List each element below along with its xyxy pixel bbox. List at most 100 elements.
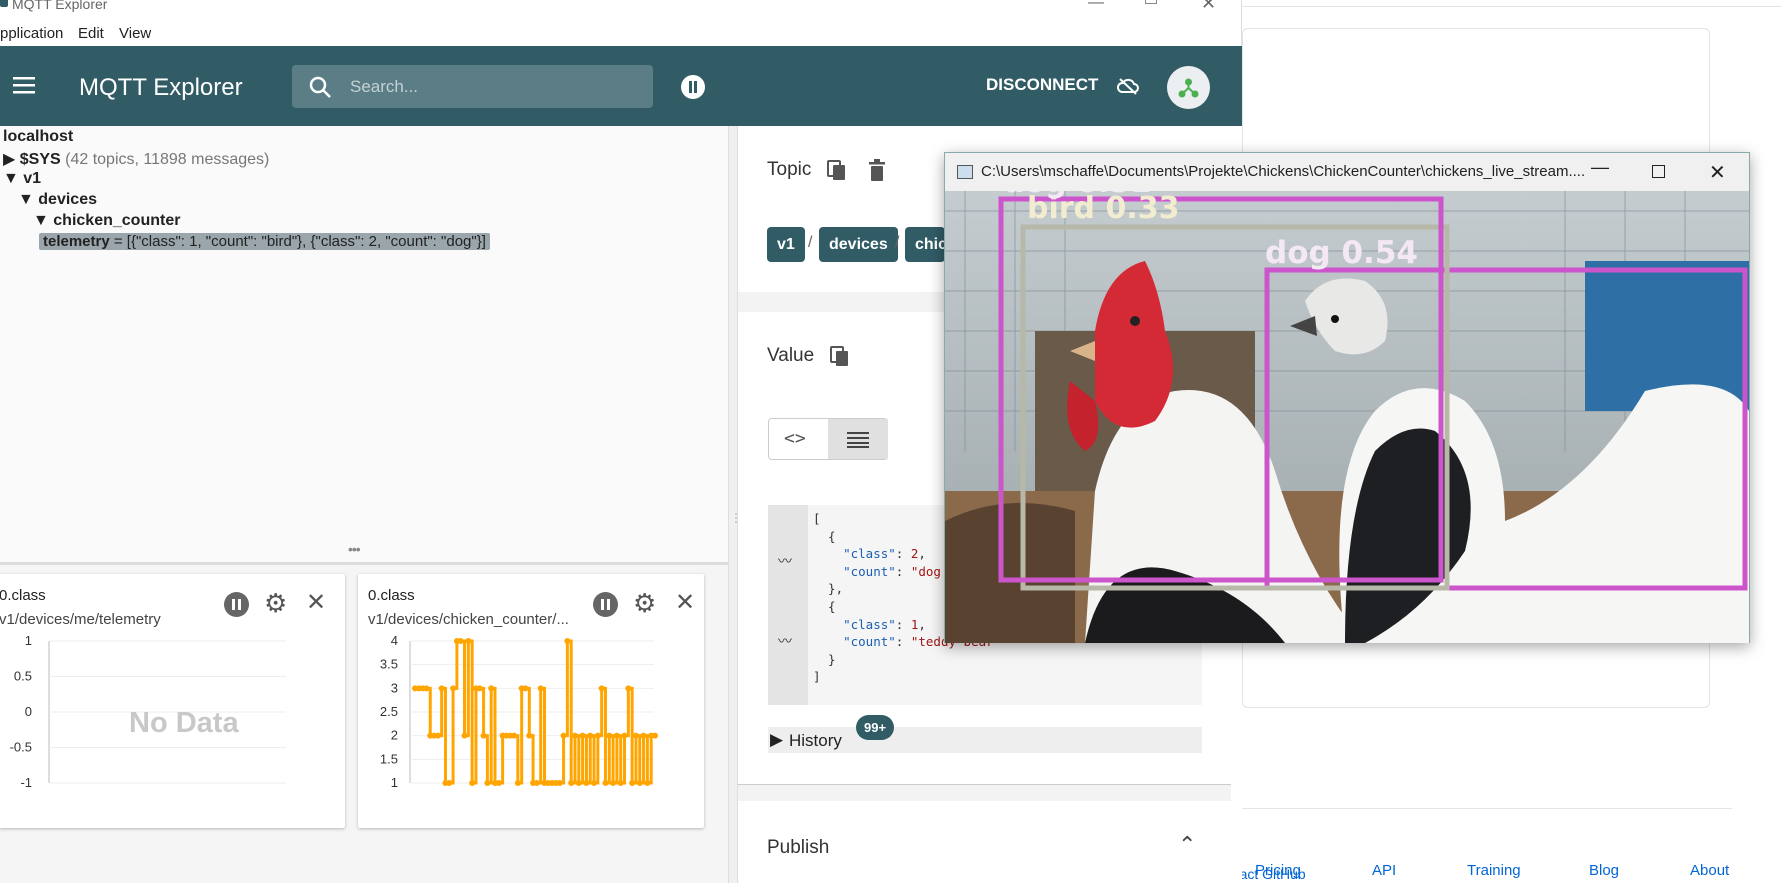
drag-handle-icon[interactable]: ••• — [348, 541, 361, 557]
tree-node-v1[interactable]: ▼ v1 — [3, 170, 41, 188]
data-point — [450, 685, 457, 692]
history-label: History — [789, 731, 842, 750]
search-placeholder: Search... — [350, 77, 419, 96]
trend-icon[interactable]: 〰 — [778, 631, 792, 651]
data-point — [556, 780, 563, 786]
breadcrumb-separator: / — [895, 234, 900, 251]
close-window-icon[interactable]: ✕ — [1201, 0, 1216, 14]
detection-label-dog: dog 0.54 — [1265, 235, 1418, 271]
menu-icon[interactable] — [13, 76, 35, 94]
copy-value-icon[interactable] — [830, 346, 850, 368]
publish-label[interactable]: Publish — [767, 837, 829, 859]
data-point — [465, 638, 472, 644]
code-line: [ — [813, 511, 821, 526]
connection-avatar[interactable] — [1167, 66, 1210, 109]
app-title: MQTT Explorer — [79, 74, 243, 101]
footer-link-blog[interactable]: Blog — [1589, 862, 1619, 879]
search-input[interactable]: Search... — [292, 65, 653, 108]
chart-pause-button[interactable] — [224, 592, 249, 617]
breadcrumb-chip-chicken-counter[interactable]: chic — [905, 227, 945, 262]
pause-button[interactable] — [681, 75, 705, 99]
gear-icon[interactable]: ⚙ — [633, 588, 656, 619]
y-tick-label: 1 — [25, 634, 32, 648]
tree-node-devices[interactable]: ▼ devices — [18, 191, 97, 209]
disconnect-button[interactable]: DISCONNECT — [986, 75, 1098, 95]
app-bar: MQTT Explorer Search... DISCONNECT — [0, 46, 1242, 126]
data-point — [587, 732, 594, 739]
tree-node-sys[interactable]: ▶ $SYS (42 topics, 11898 messages) — [3, 149, 269, 169]
data-point — [446, 780, 453, 786]
tree-node-chicken-counter[interactable]: ▼ chicken_counter — [33, 212, 180, 230]
footer-link-training[interactable]: Training — [1467, 862, 1521, 879]
no-data-label: No Data — [129, 707, 239, 739]
code-line: }, — [813, 581, 844, 597]
data-point — [640, 732, 647, 739]
data-point — [617, 780, 624, 786]
chevron-up-icon[interactable]: ⌃ — [1178, 832, 1196, 858]
history-toggle[interactable]: ▶ History — [768, 727, 1202, 753]
code-line: ] — [813, 669, 821, 685]
breadcrumb-chip-v1[interactable]: v1 — [767, 227, 805, 262]
data-point — [579, 732, 586, 739]
data-point — [438, 685, 445, 692]
close-icon[interactable]: ✕ — [306, 588, 326, 617]
code-line: { — [813, 599, 836, 614]
data-point — [625, 685, 632, 692]
data-point — [488, 685, 495, 692]
data-point — [564, 638, 571, 644]
vertical-splitter[interactable] — [728, 126, 738, 883]
breadcrumb-chip-devices[interactable]: devices — [819, 227, 898, 262]
chart-2-plot: 4 3.5 3 2.5 2 1.5 1 — [380, 634, 658, 790]
pause-icon — [689, 81, 692, 93]
data-point — [610, 780, 617, 786]
pause-icon — [232, 599, 235, 610]
chart-title: 0.class — [0, 587, 46, 604]
tree-node-localhost[interactable]: localhost — [3, 128, 73, 146]
menu-application[interactable]: pplication — [0, 25, 63, 42]
footer-link-api[interactable]: API — [1372, 862, 1396, 879]
menu-view[interactable]: View — [119, 25, 151, 42]
search-icon — [309, 76, 331, 98]
data-point — [476, 685, 483, 692]
data-point — [606, 732, 613, 739]
chart-card-2: 0.class v1/devices/chicken_counter/... ⚙… — [358, 574, 704, 828]
title-bar: MQTT Explorer — ✕ — [0, 0, 1242, 14]
collapse-arrow-icon: ▼ — [33, 212, 54, 229]
footer-divider — [1242, 808, 1732, 809]
footer-link-about[interactable]: About — [1690, 862, 1729, 879]
gear-icon[interactable]: ⚙ — [264, 588, 287, 619]
trend-icon[interactable]: 〰 — [778, 551, 792, 571]
maximize-icon[interactable] — [1145, 0, 1157, 4]
y-tick-label: -0.5 — [10, 740, 32, 755]
data-point — [594, 732, 601, 739]
video-window-title: C:\Users\mschaffe\Documents\Projekte\Chi… — [981, 163, 1586, 180]
code-view-icon[interactable]: <> — [784, 428, 806, 449]
data-point — [583, 780, 590, 786]
menu-bar: pplication Edit View — [0, 22, 1242, 46]
data-point — [591, 780, 598, 786]
data-point — [461, 732, 468, 739]
data-point — [469, 780, 476, 786]
data-point — [537, 685, 544, 692]
maximize-icon[interactable] — [1652, 165, 1665, 178]
delete-icon[interactable] — [867, 159, 887, 182]
minimize-icon[interactable]: — — [1088, 0, 1104, 12]
app-icon — [0, 0, 8, 7]
collapse-arrow-icon: ▼ — [3, 170, 24, 187]
topic-label: Topic — [767, 159, 812, 180]
close-icon[interactable]: ✕ — [1709, 160, 1726, 185]
close-icon[interactable]: ✕ — [675, 588, 695, 617]
chart-title: 0.class — [368, 587, 415, 604]
menu-edit[interactable]: Edit — [78, 25, 104, 42]
chart-pause-button[interactable] — [593, 592, 618, 617]
code-line: } — [813, 651, 836, 667]
tree-node-telemetry[interactable]: telemetry = [{"class": 1, "count": "bird… — [39, 233, 490, 250]
copy-icon[interactable] — [827, 160, 847, 182]
video-window: C:\Users\mschaffe\Documents\Projekte\Chi… — [944, 152, 1750, 643]
data-point — [423, 685, 430, 692]
code-gutter — [768, 505, 808, 705]
data-point — [457, 638, 464, 644]
history-count-badge: 99+ — [856, 715, 895, 740]
expand-arrow-icon: ▶ — [770, 730, 784, 749]
minimize-icon[interactable]: — — [1591, 157, 1609, 178]
